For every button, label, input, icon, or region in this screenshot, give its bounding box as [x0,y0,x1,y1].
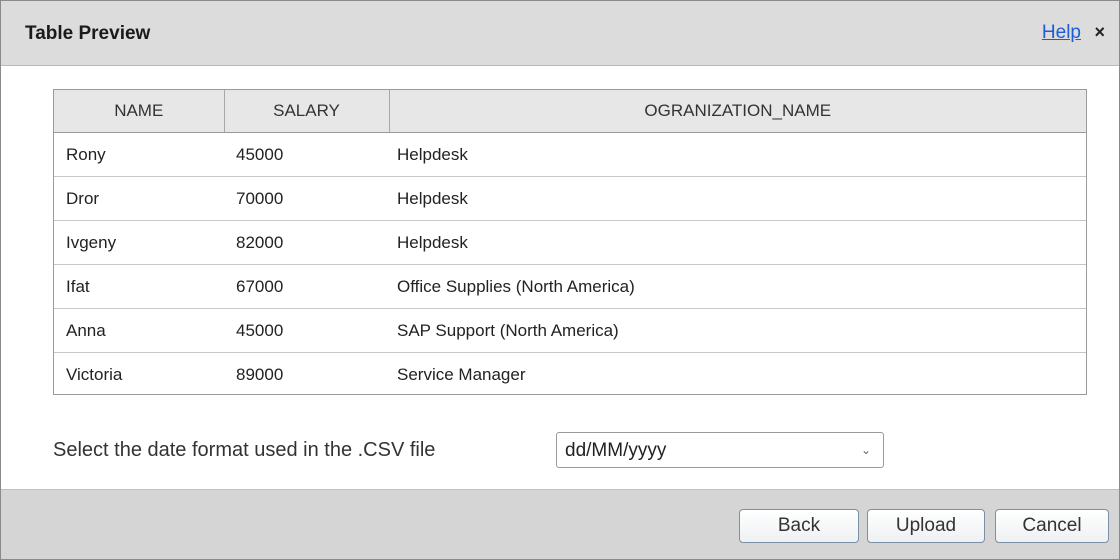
table-row: Dror 70000 Helpdesk [54,176,1086,221]
dialog-title: Table Preview [25,23,151,44]
cell-name: Dror [54,176,224,221]
cell-salary: 70000 [224,176,389,221]
chevron-down-icon: ⌄ [860,443,871,457]
back-button[interactable]: Back [739,509,859,543]
date-format-value: dd/MM/yyyy [565,440,667,461]
cell-name: Ivgeny [54,220,224,265]
table-row: Rony 45000 Helpdesk [54,132,1086,177]
date-format-label: Select the date format used in the .CSV … [53,439,436,461]
cell-organization: SAP Support (North America) [389,308,1086,353]
cell-name: Rony [54,132,224,177]
date-format-select[interactable]: dd/MM/yyyy ⌄ [556,432,884,468]
table-row: Ifat 67000 Office Supplies (North Americ… [54,264,1086,309]
dialog-footer: Back Upload Cancel [1,489,1119,559]
cell-name: Ifat [54,264,224,309]
cell-salary: 82000 [224,220,389,265]
table-header-row: NAME SALARY OGRANIZATION_NAME [54,90,1086,133]
close-icon[interactable]: × [1094,22,1105,42]
table-row: Anna 45000 SAP Support (North America) [54,308,1086,353]
table-row: Victoria 89000 Service Manager [54,352,1086,394]
column-header-salary: SALARY [224,90,390,133]
cell-organization: Helpdesk [389,220,1086,265]
column-header-name: NAME [54,90,225,133]
cell-organization: Helpdesk [389,176,1086,221]
upload-button[interactable]: Upload [867,509,985,543]
cell-name: Anna [54,308,224,353]
cancel-button[interactable]: Cancel [995,509,1109,543]
preview-table: NAME SALARY OGRANIZATION_NAME Rony 45000… [53,89,1087,395]
help-link[interactable]: Help [1042,22,1081,44]
cell-salary: 67000 [224,264,389,309]
table-preview-dialog: Table Preview Help × NAME SALARY OGRANIZ… [0,0,1120,560]
cell-salary: 45000 [224,308,389,353]
cell-name: Victoria [54,352,224,394]
cell-salary: 89000 [224,352,389,394]
column-header-organization-name: OGRANIZATION_NAME [389,90,1086,133]
table-row: Ivgeny 82000 Helpdesk [54,220,1086,265]
cell-salary: 45000 [224,132,389,177]
cell-organization: Helpdesk [389,132,1086,177]
cell-organization: Office Supplies (North America) [389,264,1086,309]
dialog-titlebar: Table Preview Help × [1,1,1119,66]
cell-organization: Service Manager [389,352,1086,394]
